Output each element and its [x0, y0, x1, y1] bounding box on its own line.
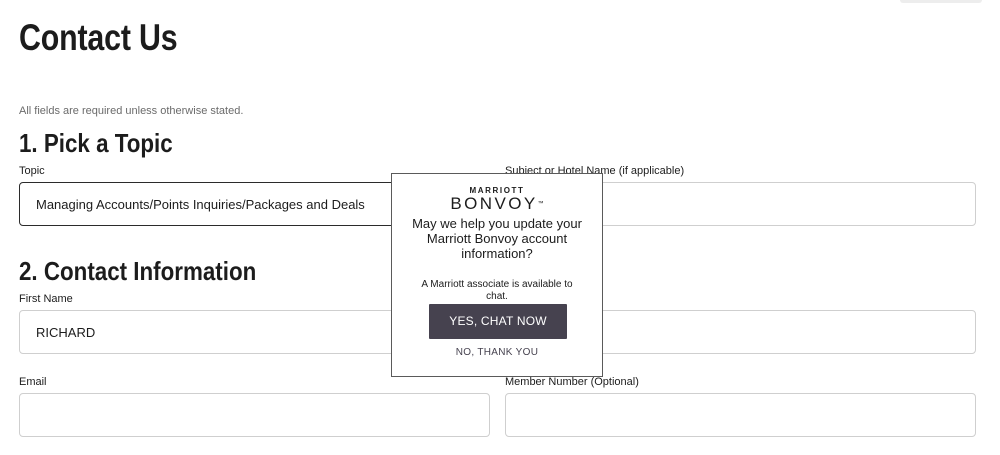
required-fields-note: All fields are required unless otherwise…: [19, 105, 244, 117]
section-heading-contact: 2. Contact Information: [19, 256, 257, 286]
page-title: Contact Us: [19, 17, 178, 58]
chat-question: May we help you update your Marriott Bon…: [412, 216, 582, 261]
section-heading-topic: 1. Pick a Topic: [19, 128, 173, 158]
email-input[interactable]: [19, 393, 490, 437]
first-name-input-value: RICHARD: [36, 324, 96, 340]
bonvoy-logo-text: BONVOY: [450, 194, 538, 213]
yes-chat-now-button[interactable]: YES, CHAT NOW: [429, 304, 567, 339]
trademark-symbol: ™: [537, 201, 544, 207]
email-label: Email: [19, 376, 47, 388]
bonvoy-logo: BONVOY™: [392, 194, 602, 214]
first-name-label: First Name: [19, 293, 73, 305]
member-number-input[interactable]: [505, 393, 976, 437]
top-right-tab: [900, 0, 982, 3]
associate-availability-note: A Marriott associate is available to cha…: [421, 279, 573, 302]
member-number-label: Member Number (Optional): [505, 376, 639, 388]
topic-label: Topic: [19, 165, 45, 177]
chat-offer-modal: MARRIOTT BONVOY™ May we help you update …: [391, 173, 603, 377]
no-thank-you-link[interactable]: NO, THANK YOU: [392, 347, 602, 359]
topic-select-value: Managing Accounts/Points Inquiries/Packa…: [36, 196, 365, 212]
